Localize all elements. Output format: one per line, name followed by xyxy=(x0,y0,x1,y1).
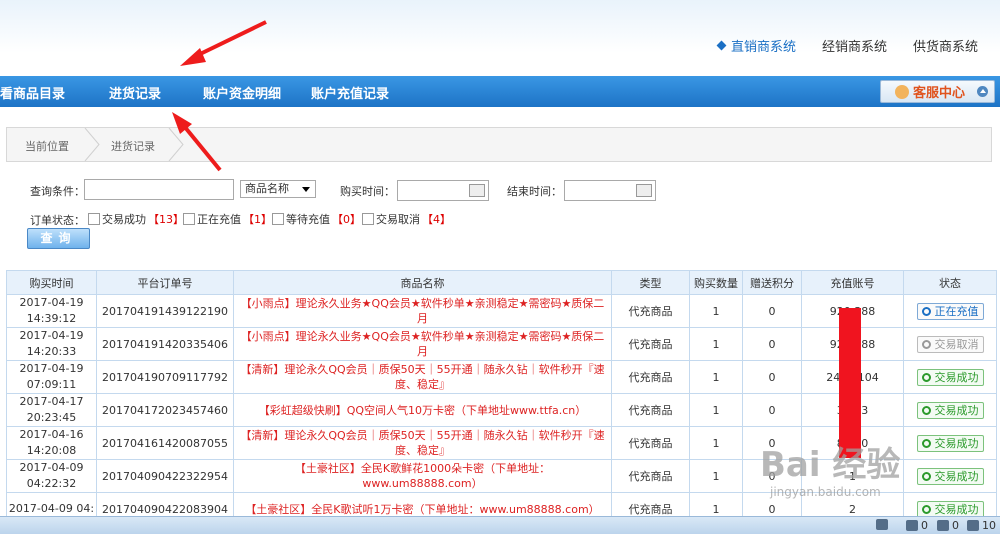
baidu-watermark-url: jingyan.baidu.com xyxy=(770,485,881,499)
speaker-icon[interactable] xyxy=(876,519,891,530)
printer-icon[interactable]: 0 xyxy=(906,519,928,532)
shield-icon[interactable]: 0 xyxy=(937,519,959,532)
zoom-icon[interactable]: 10 xyxy=(967,519,996,532)
baidu-watermark: Bai 经验 xyxy=(760,445,901,485)
status-bar: 0 0 10 xyxy=(0,516,1000,534)
